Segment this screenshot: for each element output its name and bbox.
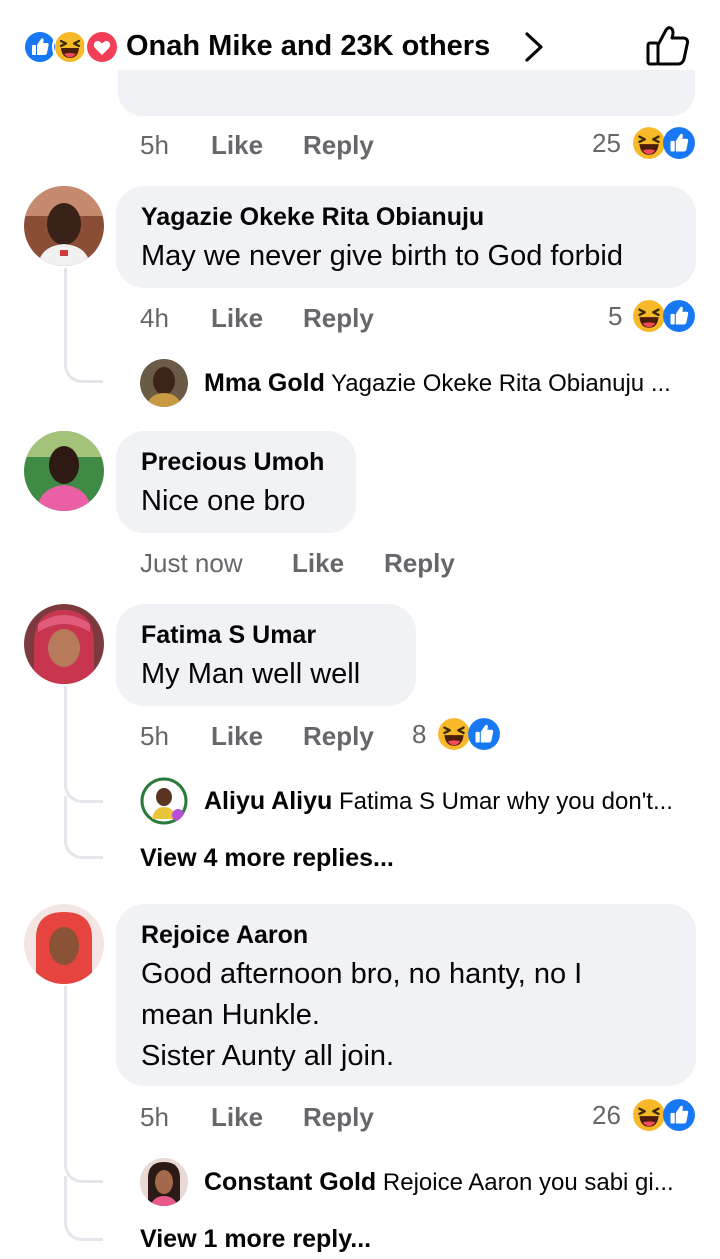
reactors-title[interactable]: Onah Mike and 23K others bbox=[126, 28, 490, 64]
reaction-count: 26 bbox=[592, 1100, 621, 1130]
comment-time: 5h bbox=[140, 1102, 169, 1132]
reply-link[interactable]: Reply bbox=[303, 721, 374, 751]
comment-text-line: Sister Aunty all join. bbox=[141, 1040, 395, 1072]
view-more-replies-link[interactable]: View 1 more reply... bbox=[140, 1224, 371, 1254]
comment-text: Nice one bro bbox=[141, 485, 306, 517]
reply-avatar[interactable] bbox=[140, 1158, 188, 1206]
reply-thread-line bbox=[64, 986, 103, 1183]
reply-thread-line bbox=[64, 1176, 103, 1241]
haha-reaction-icon bbox=[632, 126, 666, 160]
reply-snippet: Rejoice Aaron you sabi gi... bbox=[382, 1169, 674, 1196]
reaction-summary[interactable] bbox=[22, 29, 120, 65]
like-link[interactable]: Like bbox=[292, 548, 344, 578]
reply-snippet: Yagazie Okeke Rita Obianuju ... bbox=[331, 370, 671, 397]
reply-link[interactable]: Reply bbox=[303, 1102, 374, 1132]
reply-link[interactable]: Reply bbox=[303, 303, 374, 333]
avatar[interactable] bbox=[24, 904, 104, 984]
previous-comment-bubble bbox=[118, 70, 695, 116]
like-link[interactable]: Like bbox=[211, 130, 263, 160]
reply-author[interactable]: Constant Gold bbox=[204, 1168, 376, 1196]
like-link[interactable]: Like bbox=[211, 1102, 263, 1132]
reply-link[interactable]: Reply bbox=[384, 548, 455, 578]
reply-preview[interactable]: Mma Gold Yagazie Okeke Rita Obianuju ... bbox=[204, 368, 671, 399]
commenter-name[interactable]: Rejoice Aaron bbox=[141, 920, 308, 950]
commenter-name[interactable]: Fatima S Umar bbox=[141, 620, 316, 650]
haha-reaction-icon bbox=[632, 299, 666, 333]
like-button-icon[interactable] bbox=[644, 24, 692, 68]
reply-avatar[interactable] bbox=[140, 777, 188, 825]
haha-reaction-icon bbox=[52, 29, 88, 65]
reaction-count: 5 bbox=[608, 301, 623, 331]
love-reaction-icon bbox=[84, 29, 120, 65]
comment-time: 4h bbox=[140, 303, 169, 333]
like-link[interactable]: Like bbox=[211, 303, 263, 333]
reply-thread-line bbox=[64, 796, 103, 859]
reply-thread-line bbox=[64, 268, 103, 383]
haha-reaction-icon bbox=[437, 717, 471, 751]
comment-text: May we never give birth to God forbid bbox=[141, 240, 623, 272]
comment-time: 5h bbox=[140, 130, 169, 160]
like-reaction-icon bbox=[662, 1098, 696, 1132]
reply-preview[interactable]: Constant Gold Rejoice Aaron you sabi gi.… bbox=[204, 1167, 674, 1198]
comment-time: 5h bbox=[140, 721, 169, 751]
reply-preview[interactable]: Aliyu Aliyu Fatima S Umar why you don't.… bbox=[204, 786, 673, 817]
like-link[interactable]: Like bbox=[211, 721, 263, 751]
avatar[interactable] bbox=[24, 431, 104, 511]
commenter-name[interactable]: Precious Umoh bbox=[141, 447, 324, 477]
like-reaction-icon bbox=[662, 126, 696, 160]
reply-avatar[interactable] bbox=[140, 359, 188, 407]
comment-time: Just now bbox=[140, 548, 243, 578]
like-reaction-icon bbox=[662, 299, 696, 333]
reply-thread-line bbox=[64, 686, 103, 803]
reply-author[interactable]: Mma Gold bbox=[204, 369, 325, 397]
view-more-replies-link[interactable]: View 4 more replies... bbox=[140, 843, 394, 873]
reply-link[interactable]: Reply bbox=[303, 130, 374, 160]
avatar[interactable] bbox=[24, 186, 104, 266]
commenter-name[interactable]: Yagazie Okeke Rita Obianuju bbox=[141, 202, 484, 232]
reply-snippet: Fatima S Umar why you don't... bbox=[338, 788, 673, 815]
reaction-count: 8 bbox=[412, 719, 427, 749]
reply-author[interactable]: Aliyu Aliyu bbox=[204, 787, 332, 815]
comment-text-line: mean Hunkle. bbox=[141, 999, 320, 1031]
comment-text: My Man well well bbox=[141, 658, 361, 690]
haha-reaction-icon bbox=[632, 1098, 666, 1132]
reaction-count: 25 bbox=[592, 128, 621, 158]
like-reaction-icon bbox=[467, 717, 501, 751]
chevron-right-icon[interactable] bbox=[522, 30, 546, 64]
comment-text-line: Good afternoon bro, no hanty, no I bbox=[141, 958, 583, 990]
avatar[interactable] bbox=[24, 604, 104, 684]
